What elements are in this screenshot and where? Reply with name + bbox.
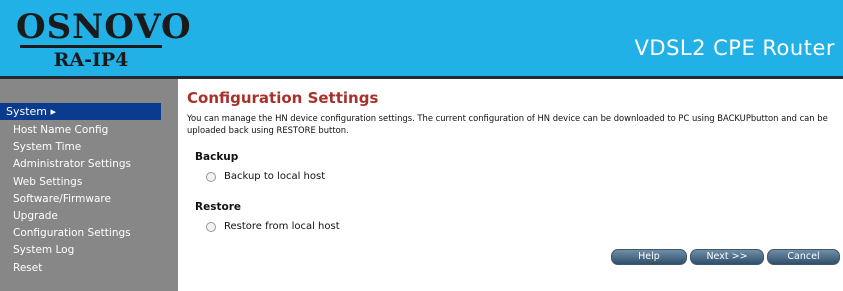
restore-heading: Restore [195,201,241,213]
product-name: VDSL2 CPE Router [634,36,835,60]
backup-option-label: Backup to local host [224,171,326,182]
backup-radio[interactable] [206,171,216,182]
sidebar-item-administrator-settings[interactable]: Administrator Settings [13,156,153,173]
sidebar-item-system[interactable]: System ▸ [0,103,161,120]
sidebar-item-software-firmware[interactable]: Software/Firmware [13,191,153,208]
page-title: Configuration Settings [187,89,379,107]
sidebar-item-system-time[interactable]: System Time [13,139,153,156]
logo-model-text: RA-IP4 [53,49,129,71]
cancel-button[interactable]: Cancel [767,249,840,265]
sidebar-menu: Host Name Config System Time Administrat… [13,122,153,277]
page-description: You can manage the HN device configurati… [187,113,828,135]
backup-option[interactable]: Backup to local host [206,171,325,182]
restore-option[interactable]: Restore from local host [206,221,340,232]
backup-heading: Backup [195,151,239,163]
sidebar: System ▸ Host Name Config System Time Ad… [0,79,178,291]
brand-logo: OSNOVO RA-IP4 [16,7,192,71]
sidebar-item-system-log[interactable]: System Log [13,242,153,259]
next-button[interactable]: Next >> [690,249,764,265]
logo-main-text: OSNOVO [16,7,192,47]
header-bar: OSNOVO RA-IP4 VDSL2 CPE Router [0,0,843,76]
sidebar-item-host-name-config[interactable]: Host Name Config [13,122,153,139]
restore-option-label: Restore from local host [224,221,340,232]
sidebar-item-web-settings[interactable]: Web Settings [13,174,153,191]
sidebar-item-reset[interactable]: Reset [13,260,153,277]
main-content: Configuration Settings You can manage th… [178,79,843,291]
sidebar-item-configuration-settings[interactable]: Configuration Settings [13,225,153,242]
restore-radio[interactable] [206,221,216,232]
sidebar-item-upgrade[interactable]: Upgrade [13,208,153,225]
help-button[interactable]: Help [611,249,687,265]
